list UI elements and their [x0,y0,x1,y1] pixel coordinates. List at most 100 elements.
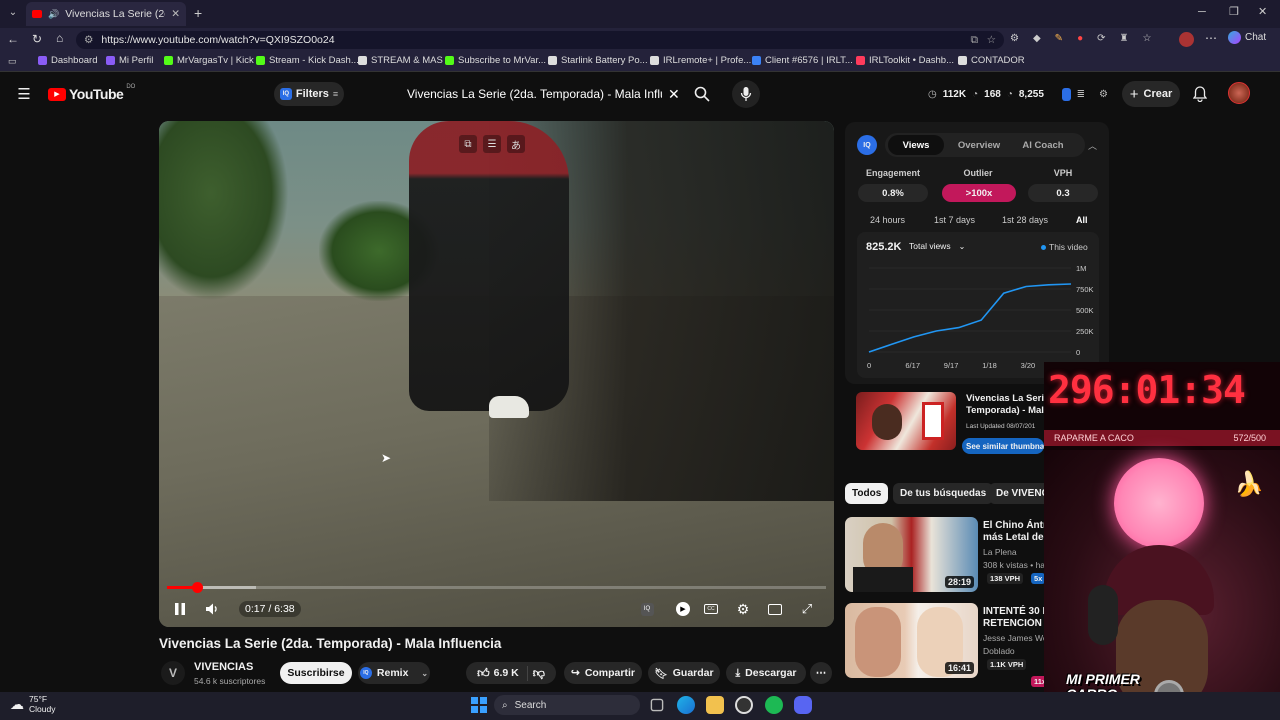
bookmark-item[interactable]: Stream - Kick Dash... [256,55,359,66]
edge-icon[interactable] [677,696,695,714]
share-button[interactable]: ↪ Compartir [564,662,642,684]
recommended-video[interactable]: 16:41 INTENTÉ 30 DÍ RETENCIÓN DI Jesse J… [845,603,1050,687]
close-window-icon[interactable]: ✕ [1258,5,1267,18]
create-button[interactable]: + Crear [1122,81,1180,107]
bookmark-item[interactable]: IRLToolkit • Dashb... [856,55,954,66]
vidiq-icon[interactable] [1061,87,1071,101]
bookmarks-menu-icon[interactable]: ▭ [8,56,17,67]
scrubber-handle[interactable] [191,582,203,593]
metric-dropdown[interactable]: Total views ⌄ [909,241,965,251]
volume-button[interactable] [201,597,225,621]
favorites-icon[interactable]: ☆ [1142,33,1151,44]
settings-button[interactable]: ⚙ [731,597,755,621]
spotify-icon[interactable] [765,696,783,714]
home-icon[interactable]: ⌂ [56,31,63,45]
list-icon[interactable]: ≣ [1077,89,1085,100]
video-player[interactable]: ⧉ ☰ あ ➤ 0:17 / 6:38 IQ ▶ CC ⚙ ⤢ [159,121,834,627]
bookmark-item[interactable]: MrVargasTv | Kick [164,55,254,66]
range-all[interactable]: All [1076,215,1088,225]
recommended-video[interactable]: 28:19 El Chino Ántrax: más Letal del C L… [845,517,1050,595]
youtube-logo[interactable]: ▶ YouTube DO [48,84,135,102]
like-button[interactable]: 👍︎ 6.9 K [477,665,528,681]
download-button[interactable]: ⤓ Descargar [726,662,806,684]
bookmark-item[interactable]: IRLremote+ | Profe... [650,55,751,66]
windows-start-icon[interactable] [470,696,488,714]
settings-extension-icon[interactable]: ⚙ [1099,89,1108,100]
save-button[interactable]: 🔖︎ Guardar [648,662,720,684]
taskbar-search[interactable]: ⌕ Search [494,695,640,715]
url-bar[interactable]: ⚙ https://www.youtube.com/watch?v=QXI9SZ… [76,31,1004,49]
subtitles-button[interactable]: CC [699,597,723,621]
transcript-icon[interactable]: ☰ [483,135,501,153]
bookmark-item[interactable]: Subscribe to MrVar... [445,55,546,66]
extension-icon[interactable]: ◆ [1033,33,1041,44]
minimize-icon[interactable]: ─ [1198,6,1206,18]
site-info-icon[interactable]: ⚙ [84,34,93,46]
extension-icon[interactable]: ✎ [1055,33,1063,44]
collapse-icon[interactable]: ︿ [1088,139,1097,152]
account-avatar[interactable] [1228,82,1250,104]
split-screen-icon[interactable]: ⧉ [971,34,979,47]
bookmark-item[interactable]: STREAM & MAS [358,55,443,66]
new-tab-icon[interactable]: + [194,5,202,21]
dislike-button[interactable]: 👎︎ [533,666,545,681]
fullscreen-button[interactable]: ⤢ [795,597,819,621]
channel-name[interactable]: VIVENCIAS [194,661,253,673]
channel-avatar[interactable]: V [161,661,185,685]
tab-menu-icon[interactable]: ⌄ [6,7,20,21]
more-actions-button[interactable]: ⋯ [810,662,832,684]
copilot-chat-button[interactable]: Chat [1228,31,1266,44]
extension-icon[interactable]: ⟳ [1097,33,1105,44]
remix-button[interactable]: IQ Remix ⌄ [358,662,430,684]
filters-button[interactable]: IQ Filters ≡ [274,82,344,106]
reload-icon[interactable]: ↻ [32,32,42,46]
chip-todos[interactable]: Todos [845,483,889,504]
chip-searches[interactable]: De tus búsquedas [893,483,994,504]
tab-overview[interactable]: Overview [953,135,1005,155]
discord-icon[interactable] [794,696,812,714]
range-7d[interactable]: 1st 7 days [934,215,975,225]
voice-search-button[interactable] [732,80,760,108]
see-similar-button[interactable]: See similar thumbna [962,438,1044,454]
weather-widget[interactable]: ☁ 75°F Cloudy [10,694,55,714]
profile-avatar[interactable] [1179,32,1194,47]
vidiq-player-button[interactable]: IQ [635,597,659,621]
file-explorer-icon[interactable] [706,696,724,714]
bookmark-item[interactable]: CONTADOR [958,55,1025,66]
bookmark-item[interactable]: Client #6576 | IRLT... [752,55,853,66]
range-24h[interactable]: 24 hours [870,215,905,225]
hamburger-menu-icon[interactable]: ☰ [14,84,34,104]
audio-icon[interactable]: 🔊 [48,9,59,20]
pause-button[interactable] [168,597,192,621]
theater-button[interactable] [763,597,787,621]
maximize-icon[interactable]: ❐ [1229,5,1239,18]
obs-icon[interactable] [735,696,753,714]
bookmark-item[interactable]: Starlink Battery Po... [548,55,648,66]
close-tab-icon[interactable]: ✕ [171,8,180,20]
tab-ai-coach[interactable]: AI Coach [1017,135,1069,155]
extension-icon[interactable]: ⚙ [1010,33,1019,44]
search-input[interactable]: Vivencias La Serie (2da. Temporada) - Ma… [396,82,686,106]
clock-icon: ◷ [928,88,937,100]
bookmark-item[interactable]: Dashboard [38,55,97,66]
subscribe-button[interactable]: Suscribirse [280,662,352,684]
extension-icon[interactable]: ● [1077,33,1083,44]
miniplayer-icon[interactable]: ⧉ [459,135,477,153]
notifications-button[interactable] [1190,84,1210,104]
vidiq-panel: IQ Views Overview AI Coach ︿ Engagement … [845,122,1109,384]
bookmark-item[interactable]: Mi Perfil [106,55,153,66]
back-icon[interactable]: ← [7,32,19,46]
task-view-icon[interactable] [650,698,664,712]
thumbnail-card[interactable]: Vivencias La Serie Temporada) - Mal Last… [856,392,1056,456]
more-icon[interactable]: ⋯ [1205,31,1217,45]
search-button[interactable] [686,80,718,108]
autoplay-toggle[interactable]: ▶ [671,597,695,621]
clear-search-icon[interactable]: ✕ [668,86,680,103]
range-28d[interactable]: 1st 28 days [1002,215,1048,225]
progress-bar[interactable] [167,582,826,593]
browser-tab-active[interactable]: 🔊 Vivencias La Serie (2da. Temp ✕ [26,2,186,26]
tab-views[interactable]: Views [888,135,944,155]
star-icon[interactable]: ☆ [987,34,996,46]
translate-icon[interactable]: あ [507,135,525,153]
extension-icon[interactable]: ♜ [1120,33,1129,44]
